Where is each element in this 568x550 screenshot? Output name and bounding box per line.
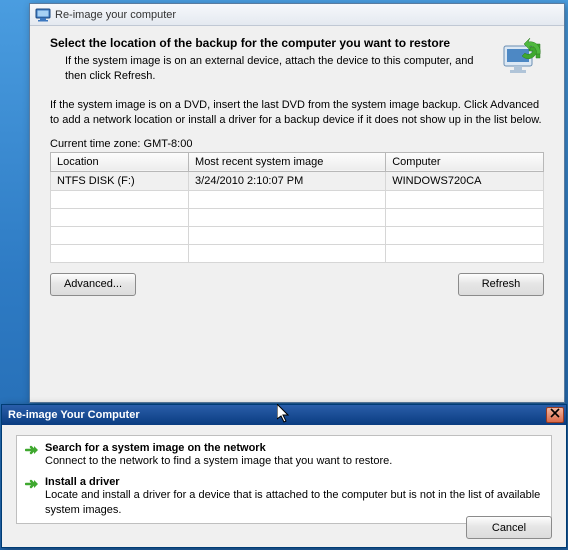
table-row[interactable] — [51, 190, 544, 208]
table-row[interactable] — [51, 226, 544, 244]
arrow-right-icon — [25, 477, 39, 491]
table-row[interactable] — [51, 244, 544, 262]
dialog-content: Select the location of the backup for th… — [30, 26, 564, 306]
close-icon — [550, 408, 560, 418]
dialog-content: Search for a system image on the network… — [2, 425, 566, 547]
instruction-text: If the system image is on a DVD, insert … — [50, 98, 544, 128]
col-computer[interactable]: Computer — [386, 152, 544, 171]
option-search-network[interactable]: Search for a system image on the network… — [25, 442, 543, 468]
option-install-driver[interactable]: Install a driver Locate and install a dr… — [25, 476, 543, 517]
option-desc: Locate and install a driver for a device… — [45, 488, 543, 517]
table-row[interactable] — [51, 208, 544, 226]
advanced-button[interactable]: Advanced... — [50, 273, 136, 296]
option-desc: Connect to the network to find a system … — [45, 454, 392, 468]
col-most-recent[interactable]: Most recent system image — [189, 152, 386, 171]
arrow-right-icon — [25, 443, 39, 457]
window-title: Re-image Your Computer — [8, 409, 140, 421]
option-title: Search for a system image on the network — [45, 442, 392, 454]
table-row[interactable]: NTFS DISK (F:) 3/24/2010 2:10:07 PM WIND… — [51, 171, 544, 190]
restore-hero-icon — [496, 36, 544, 84]
monitor-icon — [35, 7, 51, 23]
backup-table[interactable]: Location Most recent system image Comput… — [50, 152, 544, 263]
titlebar: Re-image your computer — [30, 4, 564, 26]
page-subheading: If the system image is on an external de… — [65, 54, 486, 84]
cell-location: NTFS DISK (F:) — [51, 171, 189, 190]
page-heading: Select the location of the backup for th… — [50, 36, 486, 50]
option-title: Install a driver — [45, 476, 543, 488]
refresh-button[interactable]: Refresh — [458, 273, 544, 296]
cell-most-recent: 3/24/2010 2:10:07 PM — [189, 171, 386, 190]
titlebar[interactable]: Re-image Your Computer — [2, 405, 566, 425]
option-list: Search for a system image on the network… — [16, 435, 552, 524]
window-title: Re-image your computer — [55, 9, 176, 21]
advanced-options-dialog: Re-image Your Computer Search for a syst… — [1, 404, 567, 548]
table-header: Location Most recent system image Comput… — [51, 152, 544, 171]
close-button[interactable] — [546, 407, 564, 423]
reimage-dialog: Re-image your computer Select the locati… — [29, 3, 565, 403]
cancel-button[interactable]: Cancel — [466, 516, 552, 539]
cell-computer: WINDOWS720CA — [386, 171, 544, 190]
col-location[interactable]: Location — [51, 152, 189, 171]
timezone-label: Current time zone: GMT-8:00 — [50, 138, 544, 150]
